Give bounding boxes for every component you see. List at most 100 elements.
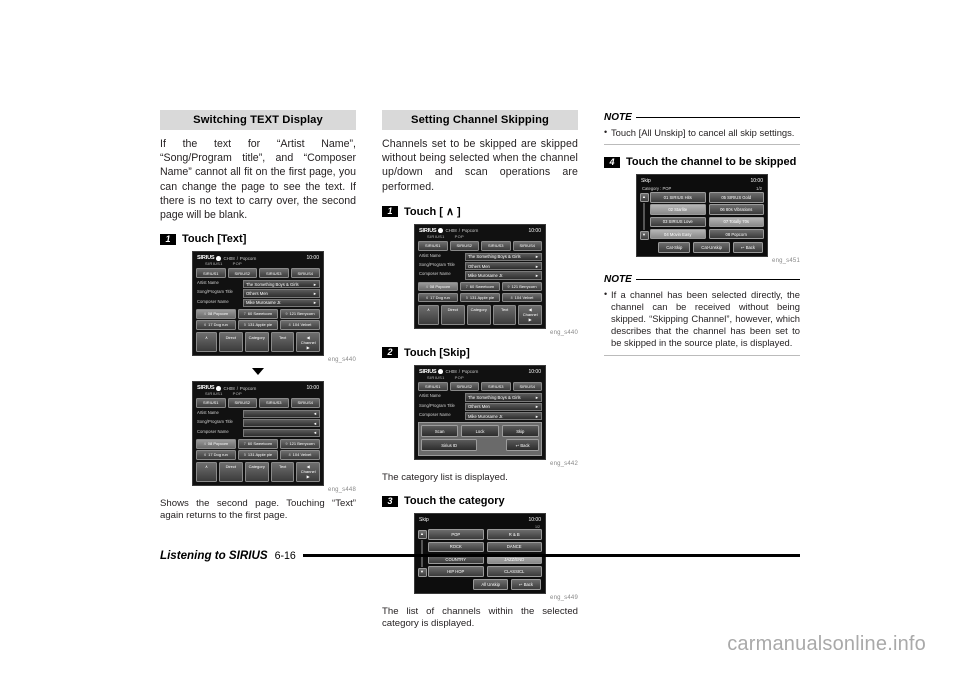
category-button[interactable]: Category xyxy=(466,304,491,325)
preset-channel-button[interactable]: 5 131 Apple pie xyxy=(238,449,278,460)
preset-channel-button[interactable]: 7 60 Sweetcorn xyxy=(238,309,278,319)
sirius-id-button[interactable]: Sirius ID xyxy=(421,439,478,451)
preset-channel-button[interactable]: 4 08 Popcorn xyxy=(196,309,236,319)
preset-channel-button[interactable]: 6 17 Dog run xyxy=(196,449,236,460)
info-value-text: Mike Murosame Jr. xyxy=(468,272,504,278)
preset-channel-button[interactable]: 5 131 Apple pie xyxy=(460,292,500,303)
info-value[interactable]: ◄ xyxy=(243,409,320,419)
preset-bank-button[interactable]: SIRIUS4 xyxy=(290,268,320,278)
lock-button[interactable]: Lock xyxy=(461,425,499,438)
channel-button[interactable]: 01 SIRIUS Hits xyxy=(650,192,706,203)
category-button[interactable]: Category xyxy=(244,332,269,353)
up-arrow-icon-button[interactable]: ∧ xyxy=(196,332,217,353)
preset-channel-button[interactable]: 4 08 Popcorn xyxy=(196,439,236,449)
channel-updown-button[interactable]: ◀ Channel ▶ xyxy=(518,304,543,325)
direct-button[interactable]: Direct xyxy=(219,332,243,353)
head-unit-screen[interactable]: SIRIUS CH08 / Popcorn SIRIUS1 POP 10:00 … xyxy=(192,251,324,357)
all-unskip-button[interactable]: All Unskip xyxy=(473,579,509,590)
selected-category-label: Category : POP xyxy=(642,186,672,192)
preset-channel-button[interactable]: 4 08 Popcorn xyxy=(418,281,458,292)
channel-updown-button[interactable]: ◀ Channel ▶ xyxy=(296,332,321,353)
genre-label: POP xyxy=(232,261,243,267)
info-value[interactable]: Mike Murosame Jr. ► xyxy=(465,412,542,421)
preset-channel-button[interactable]: 9 121 Berrycorn xyxy=(280,309,320,319)
scroll-track[interactable] xyxy=(643,203,645,230)
preset-bank-button[interactable]: SIRIUS3 xyxy=(259,268,289,278)
channel-button[interactable]: 03 SIRIUS Love xyxy=(650,216,706,228)
category-button[interactable]: CLASSICL xyxy=(486,565,542,577)
preset-channel-button[interactable]: 9 121 Berrycorn xyxy=(502,281,542,292)
preset-bank-button[interactable]: SIRIUS2 xyxy=(449,240,479,251)
scan-button[interactable]: Scan xyxy=(421,425,459,438)
channel-button[interactable]: 05 SIRIUS Gold xyxy=(708,192,764,203)
preset-bank-button[interactable]: SIRIUS3 xyxy=(259,398,289,408)
text-button[interactable]: Text xyxy=(270,461,295,482)
preset-channel-button[interactable]: 8 104 Velvet xyxy=(502,292,542,303)
scroll-down-icon[interactable]: ▼ xyxy=(639,230,649,240)
preset-bank-button[interactable]: SIRIUS4 xyxy=(512,381,542,392)
category-button[interactable]: POP xyxy=(428,529,484,540)
channel-list-screen[interactable]: Skip 10:00 Category : POP 1/2 ▲ ▼ 01 SIR… xyxy=(636,174,768,257)
category-button[interactable]: Category xyxy=(244,461,269,482)
scroll-up-icon[interactable]: ▲ xyxy=(417,530,427,540)
info-value[interactable]: The Something Boys & Girls ► xyxy=(465,393,542,402)
channel-button[interactable]: 02 Starlite xyxy=(650,204,706,215)
preset-bank-button[interactable]: SIRIUS3 xyxy=(481,381,511,392)
text-button[interactable]: Text xyxy=(270,332,295,353)
direct-button[interactable]: Direct xyxy=(219,461,243,482)
preset-channel-button[interactable]: 8 104 Velvet xyxy=(280,320,320,330)
info-value[interactable]: The Something Boys & Girls ► xyxy=(243,280,320,289)
channel-button[interactable]: 06 80s Vibrations xyxy=(708,204,764,215)
channel-updown-button[interactable]: ◀ Channel ▶ xyxy=(296,461,321,482)
info-value[interactable]: The Something Boys & Girls ► xyxy=(465,252,542,261)
channel-button[interactable]: 07 Totally 70s xyxy=(708,216,764,228)
cat-unskip-button[interactable]: Cat-Unskip xyxy=(693,241,731,253)
category-button[interactable]: R & B xyxy=(486,529,542,540)
preset-bank-button[interactable]: SIRIUS4 xyxy=(512,240,542,251)
info-value[interactable]: Others Men ► xyxy=(465,402,542,412)
info-value[interactable]: Mike Murosame Jr. ► xyxy=(243,298,320,307)
back-button[interactable]: ↩ Back xyxy=(511,579,541,590)
scroll-down-icon[interactable]: ▼ xyxy=(417,568,427,578)
track-info-list-page2: Artist Name ◄ Song/Program Title ◄ Compo… xyxy=(195,409,321,437)
preset-channel-button[interactable]: 6 17 Dog run xyxy=(196,320,236,330)
direct-button[interactable]: Direct xyxy=(441,304,465,325)
preset-bank-button[interactable]: SIRIUS2 xyxy=(227,398,257,408)
head-unit-screen[interactable]: SIRIUS CH08 / Popcorn SIRIUS1 POP 10:00 … xyxy=(414,223,546,329)
preset-bank-button[interactable]: SIRIUS3 xyxy=(481,240,511,251)
category-button[interactable]: HIP HOP xyxy=(428,565,484,577)
figure-id: eng_s440 xyxy=(550,329,578,336)
preset-bank-button[interactable]: SIRIUS1 xyxy=(418,240,448,251)
text-button[interactable]: Text xyxy=(492,304,517,325)
info-value[interactable]: ◄ xyxy=(243,419,320,428)
channel-button[interactable]: 08 Popcorn xyxy=(708,228,764,240)
info-value[interactable]: Others Men ► xyxy=(243,289,320,298)
skip-button[interactable]: Skip xyxy=(501,425,539,438)
cat-skip-button[interactable]: Cat-Skip xyxy=(658,241,691,253)
head-unit-screen-with-popup[interactable]: SIRIUS CH08 / Popcorn SIRIUS1 POP 10:00 … xyxy=(414,364,546,460)
preset-channel-button[interactable]: 7 60 Sweetcorn xyxy=(238,439,278,449)
info-value[interactable]: Others Men ► xyxy=(465,261,542,271)
preset-bank-button[interactable]: SIRIUS2 xyxy=(449,381,479,392)
preset-channel-button[interactable]: 7 60 Sweetcorn xyxy=(460,281,500,292)
head-unit-screen-page2[interactable]: SIRIUS CH08 / Popcorn SIRIUS1 POP 10:00 … xyxy=(192,381,324,486)
step-label: Touch [Text] xyxy=(182,233,247,246)
preset-bank-button[interactable]: SIRIUS1 xyxy=(196,268,226,278)
info-value[interactable]: Mike Murosame Jr. ► xyxy=(465,271,542,280)
back-button[interactable]: ↩ Back xyxy=(733,241,763,253)
preset-bank-button[interactable]: SIRIUS1 xyxy=(196,398,226,408)
preset-channel-button[interactable]: 6 17 Dog run xyxy=(418,292,458,303)
preset-channel-button[interactable]: 9 121 Berrycorn xyxy=(280,439,320,449)
up-arrow-icon-button[interactable]: ∧ xyxy=(196,461,217,482)
up-arrow-icon-button[interactable]: ∧ xyxy=(418,304,439,325)
scrollbar[interactable]: ▲ ▼ xyxy=(639,192,649,241)
preset-channel-button[interactable]: 5 131 Apple pie xyxy=(238,320,278,330)
scroll-up-icon[interactable]: ▲ xyxy=(639,193,649,203)
info-value[interactable]: ◄ xyxy=(243,428,320,437)
channel-button[interactable]: 04 Movin Easy xyxy=(650,228,706,240)
preset-bank-button[interactable]: SIRIUS4 xyxy=(290,398,320,408)
preset-bank-button[interactable]: SIRIUS2 xyxy=(227,268,257,278)
preset-channel-button[interactable]: 8 104 Velvet xyxy=(280,449,320,460)
back-button[interactable]: ↩ Back xyxy=(506,439,539,451)
preset-bank-button[interactable]: SIRIUS1 xyxy=(418,381,448,392)
